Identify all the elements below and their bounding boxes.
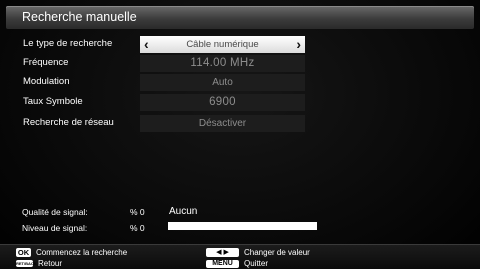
signal-quality-pct: % 0 — [130, 207, 145, 217]
screen: Recherche manuelle Le type de recherche … — [0, 0, 480, 269]
signal-quality: Qualité de signal: % 0 Aucun — [22, 206, 197, 217]
menu-key-icon: MENU — [206, 260, 239, 268]
frequency-label: Fréquence — [23, 57, 69, 68]
left-right-arrows-icon: ◀ ▶ — [206, 248, 239, 257]
arrows-help-text: Changer de valeur — [244, 248, 310, 257]
signal-level-label: Niveau de signal: — [22, 223, 88, 233]
chevron-left-icon[interactable]: ‹ — [144, 36, 149, 52]
signal-quality-label: Qualité de signal: — [22, 207, 88, 217]
network-search-value[interactable]: Désactiver — [140, 115, 305, 132]
signal-quality-text: Aucun — [169, 206, 198, 217]
signal-level-bar — [168, 222, 317, 230]
back-key-icon: RET/BACK — [16, 260, 37, 267]
footer-help-bar: OK Commencez la recherche RET/BACK Retou… — [0, 244, 480, 269]
title-bar: Recherche manuelle — [6, 6, 474, 29]
frequency-value[interactable]: 114.00 MHz — [140, 55, 305, 72]
back-help-text: Retour — [38, 259, 63, 268]
modulation-label: Modulation — [23, 76, 70, 87]
ok-help-text: Commencez la recherche — [36, 248, 128, 257]
search-type-label: Le type de recherche — [23, 38, 113, 49]
modulation-value[interactable]: Auto — [140, 74, 305, 91]
menu-help-text: Quitter — [244, 259, 269, 268]
ok-key-icon: OK — [16, 248, 31, 257]
signal-level-pct: % 0 — [130, 223, 145, 233]
network-search-label: Recherche de réseau — [23, 117, 114, 128]
search-type-value: Câble numérique — [186, 39, 259, 50]
page-title: Recherche manuelle — [22, 10, 137, 24]
signal-level: Niveau de signal: % 0 — [22, 223, 145, 233]
chevron-right-icon[interactable]: › — [296, 36, 301, 52]
symbol-rate-value[interactable]: 6900 — [140, 94, 305, 111]
symbol-rate-label: Taux Symbole — [23, 96, 83, 107]
search-type-selector[interactable]: ‹ Câble numérique › — [140, 36, 305, 53]
